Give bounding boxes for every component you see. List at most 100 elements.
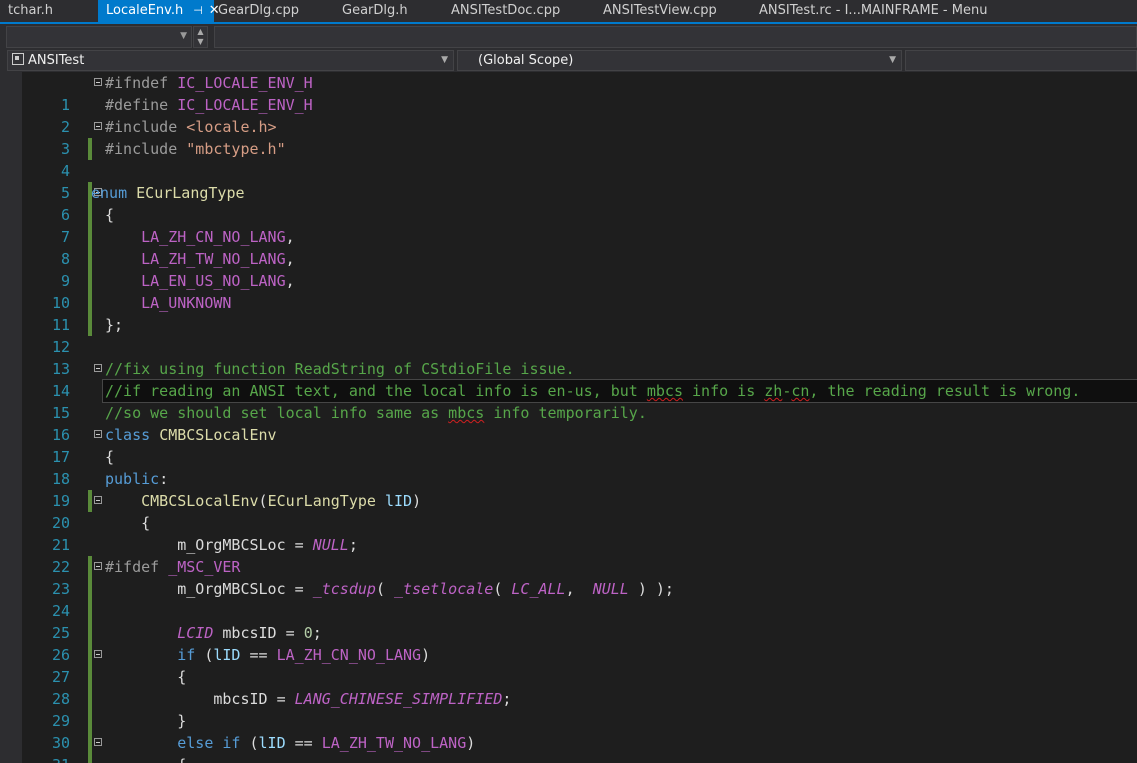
code-text: #ifdef _MSC_VER [105,558,241,576]
chevron-down-icon: ▼ [441,55,448,65]
code-text: LA_ZH_TW_NO_LANG, [141,250,295,268]
code-line: 20 CMBCSLocalEnv(ECurLangType lID) [0,490,1137,532]
code-text: //if reading an ANSI text, and the local… [102,379,1137,403]
tab-label: GearDlg.h [342,3,408,18]
project-label: ANSITest [28,53,85,68]
code-line: 8 LA_ZH_CN_NO_LANG, [0,226,1137,268]
code-line: 13 [0,336,1137,378]
code-text: LA_ZH_CN_NO_LANG, [141,228,295,246]
tab-geardlg-h[interactable]: GearDlg.h [334,0,444,22]
code-line: 12 }; [0,314,1137,356]
change-marker [88,644,92,666]
code-line: 23 #ifdef _MSC_VER [0,556,1137,598]
code-text: //so we should set local info same as mb… [105,404,647,422]
collapse-icon[interactable] [94,122,102,130]
code-text: LA_UNKNOWN [141,294,232,312]
change-marker [88,754,92,763]
change-marker [88,578,92,600]
code-text: #include <locale.h> [105,118,277,136]
project-dropdown[interactable]: ANSITest ▼ [7,50,454,71]
change-marker [88,248,92,270]
tab-label: ANSITestDoc.cpp [451,3,561,18]
code-text: { [105,448,115,466]
context-combo[interactable]: ▼ [6,26,192,48]
change-marker [88,204,92,226]
code-text: #include "mbctype.h" [105,140,286,158]
tab-label: LocaleEnv.h [106,3,184,18]
project-icon [12,53,24,65]
code-line: 24 m_OrgMBCSLoc = _tcsdup( _tsetlocale( … [0,578,1137,620]
code-line: 7 { [0,204,1137,246]
code-line: 11 LA_UNKNOWN [0,292,1137,334]
code-text: mbcsID = LANG_CHINESE_SIMPLIFIED; [105,690,512,708]
code-editor[interactable]: 1 #ifndef IC_LOCALE_ENV_H 2 #define IC_L… [0,72,1137,763]
collapse-icon[interactable] [94,738,102,746]
tab-localeenv-h[interactable]: LocaleEnv.h ⊣ ✕ [98,0,220,22]
code-line: 27 if (lID == LA_ZH_CN_NO_LANG) [0,644,1137,686]
code-line: 17 class CMBCSLocalEnv [0,424,1137,466]
collapse-icon[interactable] [94,430,102,438]
change-marker [88,666,92,688]
spin-button[interactable]: ▲ ▼ [193,26,208,48]
code-line: 5 [0,160,1137,202]
code-text: { [105,206,115,224]
change-marker [88,732,92,754]
tab-geardlg-cpp[interactable]: GearDlg.cpp [210,0,330,22]
change-marker [88,556,92,578]
tab-label: ANSITestView.cpp [603,3,717,18]
code-text: public: [105,470,169,488]
code-line: 16 //so we should set local info same as… [0,402,1137,444]
document-tab-bar: tchar.h LocaleEnv.h ⊣ ✕ GearDlg.cpp GearDl… [0,0,1137,24]
code-text: { [105,668,187,686]
code-text: } [105,712,187,730]
chevron-down-icon: ▼ [180,31,187,41]
code-text: #ifndef IC_LOCALE_ENV_H [105,74,313,92]
code-text: LA_EN_US_NO_LANG, [141,272,295,290]
collapse-icon[interactable] [94,562,102,570]
code-text: m_OrgMBCSLoc = NULL; [177,536,358,554]
code-text: { [105,754,186,763]
code-line: 4 #include "mbctype.h" [0,138,1137,180]
collapse-icon[interactable] [94,364,102,372]
code-text: m_OrgMBCSLoc = _tcsdup( _tsetlocale( LC_… [177,580,674,598]
code-text: }; [105,316,124,334]
scope-label: (Global Scope) [478,53,574,68]
code-line: 2 #define IC_LOCALE_ENV_H [0,94,1137,136]
code-text: if (lID == LA_ZH_CN_NO_LANG) [177,646,431,664]
navigation-bar: ANSITest ▼ (Global Scope) ▼ [0,50,1137,72]
code-line: 29 mbcsID = LANG_CHINESE_SIMPLIFIED; [0,688,1137,730]
change-marker [88,138,92,160]
toolbar-combo[interactable] [214,26,1137,48]
code-line: 19 public: [0,468,1137,510]
code-line-current: 15 //if reading an ANSI text, and the lo… [0,379,1137,422]
pin-icon[interactable]: ⊣ [193,4,203,17]
code-line: 1 #ifndef IC_LOCALE_ENV_H [0,72,1137,114]
scope-dropdown[interactable]: (Global Scope) ▼ [457,50,902,71]
change-marker [88,270,92,292]
code-line: 22 m_OrgMBCSLoc = NULL; [0,534,1137,576]
code-line: 6 enum ECurLangType [0,182,1137,224]
code-text: CMBCSLocalEnv(ECurLangType lID) [141,492,422,510]
code-text: LCID mbcsID = 0; [177,624,322,642]
tab-ansitestdoc-cpp[interactable]: ANSITestDoc.cpp [443,0,593,22]
code-text: class CMBCSLocalEnv [105,426,277,444]
editor-toolbar: ▼ [0,24,1137,50]
collapse-icon[interactable] [94,650,102,658]
tab-label: ANSITest.rc - I...MAINFRAME - Menu [759,3,988,18]
tab-label: tchar.h [8,3,53,18]
change-marker [88,710,92,732]
member-dropdown[interactable] [905,50,1137,71]
code-line: 18 { [0,446,1137,488]
code-line: 14 //fix using function ReadString of CS… [0,358,1137,400]
collapse-icon[interactable] [94,496,102,504]
code-line: 21 { [0,512,1137,554]
code-line: 30 } [0,710,1137,752]
chevron-down-icon: ▼ [889,55,896,65]
tab-ansitest-rc-menu[interactable]: ANSITest.rc - I...MAINFRAME - Menu [751,0,1001,22]
tab-tchar-h[interactable]: tchar.h [0,0,98,22]
collapse-icon[interactable] [94,78,102,86]
code-line: 9 LA_ZH_TW_NO_LANG, [0,248,1137,290]
code-line: 26 LCID mbcsID = 0; [0,622,1137,664]
code-text: enum ECurLangType [91,184,245,202]
tab-ansitestview-cpp[interactable]: ANSITestView.cpp [595,0,750,22]
